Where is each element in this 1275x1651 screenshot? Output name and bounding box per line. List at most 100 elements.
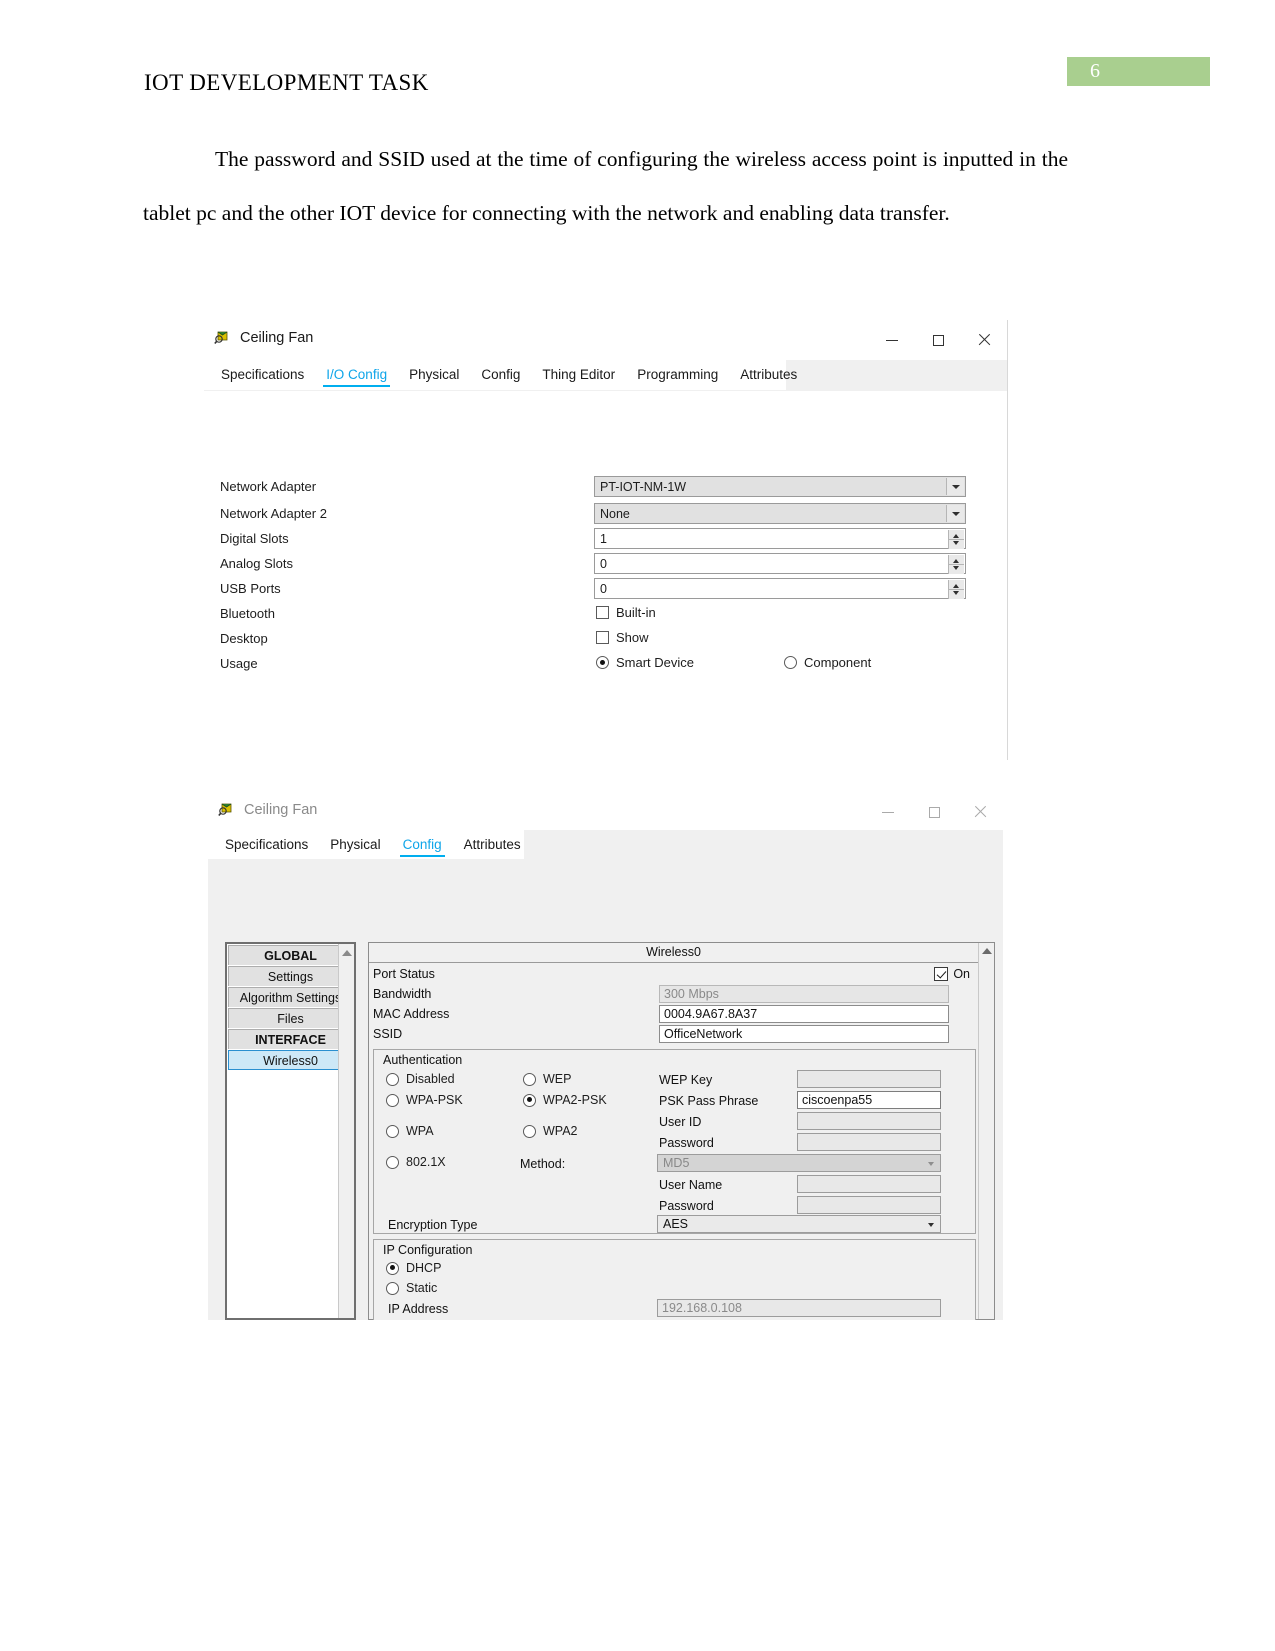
usage-component-radio[interactable]: Component <box>784 655 871 670</box>
wep-key-field[interactable] <box>797 1070 941 1088</box>
radio-icon <box>596 656 609 669</box>
auth-wep-radio[interactable]: WEP <box>523 1072 571 1086</box>
spinner-icon[interactable] <box>948 530 964 549</box>
ip-address-label: IP Address <box>388 1302 449 1316</box>
usb-ports-stepper[interactable]: 0 <box>594 578 966 599</box>
checkbox-icon <box>596 631 609 644</box>
network-adapter-select[interactable]: PT-IOT-NM-1W <box>594 476 966 497</box>
wireless0-pane: Wireless0 Port Status On Bandwidth 300 M… <box>368 942 995 1320</box>
encryption-type-select[interactable]: AES <box>657 1215 941 1233</box>
bluetooth-builtin-checkbox[interactable]: Built-in <box>596 605 656 620</box>
close-button[interactable] <box>957 792 1003 832</box>
device-icon <box>218 803 232 817</box>
ip-configuration-group: IP Configuration DHCP Static IP Address … <box>373 1239 976 1320</box>
chevron-down-icon[interactable] <box>924 1155 939 1171</box>
minimize-button[interactable] <box>865 792 911 832</box>
maximize-button[interactable] <box>911 792 957 832</box>
user-name-field[interactable] <box>797 1175 941 1193</box>
auth-wpa-radio[interactable]: WPA <box>386 1124 434 1138</box>
auth-wpa2-psk-radio[interactable]: WPA2-PSK <box>523 1093 607 1107</box>
radio-icon <box>523 1124 536 1138</box>
window-controls <box>865 792 1003 832</box>
wep-key-label: WEP Key <box>659 1073 713 1087</box>
ip-static-radio[interactable]: Static <box>386 1281 437 1295</box>
tab-config[interactable]: Config <box>392 830 453 860</box>
ssid-field[interactable]: OfficeNetwork <box>659 1025 949 1043</box>
tab-specifications[interactable]: Specifications <box>210 360 315 390</box>
tab-config[interactable]: Config <box>470 360 531 390</box>
desktop-show-checkbox[interactable]: Show <box>596 630 649 645</box>
ip-dhcp-radio[interactable]: DHCP <box>386 1261 441 1275</box>
tab-specifications[interactable]: Specifications <box>214 830 319 860</box>
auth-wpa2-radio[interactable]: WPA2 <box>523 1124 578 1138</box>
analog-slots-stepper[interactable]: 0 <box>594 553 966 574</box>
ip-address-field[interactable]: 192.168.0.108 <box>657 1299 941 1317</box>
chevron-up-icon[interactable] <box>982 948 992 954</box>
password-label: Password <box>659 1136 714 1150</box>
psk-pass-phrase-field[interactable]: ciscoenpa55 <box>797 1091 941 1109</box>
tab-attributes[interactable]: Attributes <box>729 360 808 390</box>
window-titlebar: Ceiling Fan <box>208 792 1003 830</box>
ceiling-fan-io-config-window: Ceiling Fan Specifications I/O Config Ph… <box>204 320 1008 771</box>
auth-wpa-psk-radio[interactable]: WPA-PSK <box>386 1093 463 1107</box>
ceiling-fan-config-window: Ceiling Fan Specifications Physical Conf… <box>208 792 1003 1320</box>
window-title: Ceiling Fan <box>240 330 314 346</box>
window-controls <box>869 320 1007 360</box>
desktop-label: Desktop <box>220 631 268 646</box>
page-number: 6 <box>1090 60 1100 82</box>
password2-field[interactable] <box>797 1196 941 1214</box>
row-analog-slots: Analog Slots 0 <box>204 553 1007 578</box>
mac-address-label: MAC Address <box>373 1007 450 1021</box>
password-field[interactable] <box>797 1133 941 1151</box>
auth-wpa-label: WPA <box>406 1124 434 1138</box>
chevron-down-icon[interactable] <box>946 478 964 495</box>
spinner-icon[interactable] <box>948 580 964 599</box>
sidebar-item-wireless0[interactable]: Wireless0 <box>228 1050 353 1070</box>
mac-address-field[interactable]: 0004.9A67.8A37 <box>659 1005 949 1023</box>
user-id-field[interactable] <box>797 1112 941 1130</box>
row-usb-ports: USB Ports 0 <box>204 578 1007 603</box>
chevron-down-icon[interactable] <box>946 505 964 522</box>
chevron-down-icon[interactable] <box>924 1216 939 1232</box>
sidebar-scrollbar[interactable] <box>338 944 354 1318</box>
row-mac-address: MAC Address 0004.9A67.8A37 <box>369 1005 994 1025</box>
usage-smart-device-radio[interactable]: Smart Device <box>596 655 694 670</box>
digital-slots-label: Digital Slots <box>220 531 289 546</box>
bandwidth-value: 300 Mbps <box>664 987 719 1001</box>
minimize-button[interactable] <box>869 320 915 360</box>
tab-programming[interactable]: Programming <box>626 360 729 390</box>
sidebar-item-settings[interactable]: Settings <box>228 966 353 986</box>
psk-pass-phrase-label: PSK Pass Phrase <box>659 1094 759 1108</box>
usb-ports-label: USB Ports <box>220 581 281 596</box>
port-status-toggle[interactable]: On <box>934 967 970 981</box>
pane-title: Wireless0 <box>369 943 978 963</box>
sidebar-item-files[interactable]: Files <box>228 1008 353 1028</box>
tab-physical[interactable]: Physical <box>319 830 391 860</box>
tab-io-config[interactable]: I/O Config <box>315 360 398 390</box>
auth-method-select[interactable]: MD5 <box>657 1154 941 1172</box>
checkbox-icon <box>596 606 609 619</box>
row-bandwidth: Bandwidth 300 Mbps <box>369 985 994 1005</box>
network-adapter-2-select[interactable]: None <box>594 503 966 524</box>
row-digital-slots: Digital Slots 1 <box>204 528 1007 553</box>
auth-8021x-label: 802.1X <box>406 1155 446 1169</box>
auth-wpa2-label: WPA2 <box>543 1124 578 1138</box>
digital-slots-stepper[interactable]: 1 <box>594 528 966 549</box>
usb-ports-value: 0 <box>600 582 607 596</box>
sidebar-item-algorithm-settings[interactable]: Algorithm Settings <box>228 987 353 1007</box>
spinner-icon[interactable] <box>948 555 964 574</box>
network-adapter-2-value: None <box>600 507 630 521</box>
tab-thing-editor[interactable]: Thing Editor <box>531 360 626 390</box>
auth-8021x-radio[interactable]: 802.1X <box>386 1155 446 1169</box>
chevron-up-icon[interactable] <box>342 950 352 956</box>
config-body: GLOBAL Settings Algorithm Settings Files… <box>208 859 1003 1320</box>
bandwidth-field: 300 Mbps <box>659 985 949 1003</box>
auth-disabled-radio[interactable]: Disabled <box>386 1072 455 1086</box>
radio-icon <box>784 656 797 669</box>
maximize-button[interactable] <box>915 320 961 360</box>
tab-physical[interactable]: Physical <box>398 360 470 390</box>
radio-icon <box>386 1261 399 1275</box>
close-button[interactable] <box>961 320 1007 360</box>
checkbox-checked-icon <box>934 967 949 981</box>
tab-attributes[interactable]: Attributes <box>453 830 532 860</box>
